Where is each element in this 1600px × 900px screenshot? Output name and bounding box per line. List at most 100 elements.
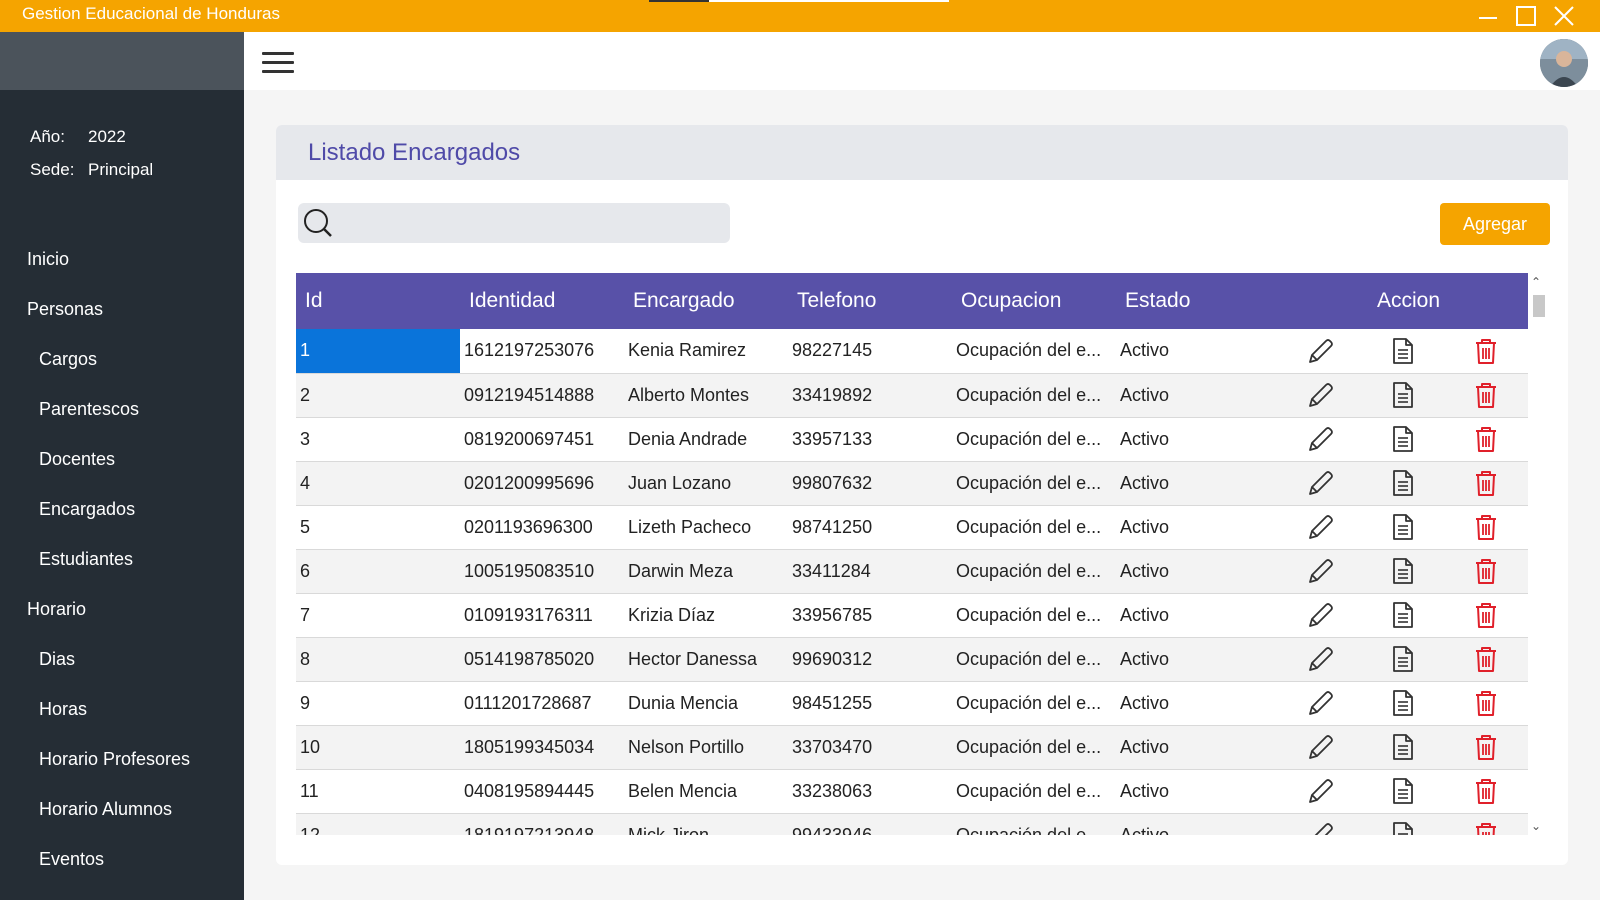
- cell-identidad[interactable]: 0109193176311: [460, 593, 624, 637]
- delete-button[interactable]: [1444, 681, 1528, 725]
- sidebar-item-horario-profesores[interactable]: Horario Profesores: [0, 734, 244, 784]
- delete-button[interactable]: [1444, 461, 1528, 505]
- delete-button[interactable]: [1444, 593, 1528, 637]
- trash-icon[interactable]: [1472, 468, 1500, 498]
- detail-button[interactable]: [1362, 637, 1444, 681]
- pencil-icon[interactable]: [1306, 600, 1336, 630]
- table-row[interactable]: 1 1612197253076 Kenia Ramirez 98227145 Ocupa…: [296, 329, 1529, 373]
- document-icon[interactable]: [1389, 556, 1417, 586]
- pencil-icon[interactable]: [1306, 336, 1336, 366]
- cell-encargado[interactable]: Nelson Portillo: [624, 725, 788, 769]
- trash-icon[interactable]: [1472, 512, 1500, 542]
- cell-ocupacion[interactable]: Ocupación del e...: [952, 417, 1116, 461]
- table-scrollbar[interactable]: ⌃ ⌄: [1528, 273, 1548, 835]
- delete-button[interactable]: [1444, 813, 1528, 835]
- edit-button[interactable]: [1280, 813, 1362, 835]
- cell-ocupacion[interactable]: Ocupación del e...: [952, 549, 1116, 593]
- cell-identidad[interactable]: 0201193696300: [460, 505, 624, 549]
- cell-id[interactable]: 11: [296, 769, 460, 813]
- detail-button[interactable]: [1362, 461, 1444, 505]
- edit-button[interactable]: [1280, 549, 1362, 593]
- sidebar-item-horario[interactable]: Horario: [0, 584, 244, 634]
- column-header-id[interactable]: Id: [296, 273, 460, 329]
- cell-ocupacion[interactable]: Ocupación del e...: [952, 593, 1116, 637]
- cell-estado[interactable]: Activo: [1116, 549, 1280, 593]
- delete-button[interactable]: [1444, 769, 1528, 813]
- document-icon[interactable]: [1389, 424, 1417, 454]
- cell-encargado[interactable]: Belen Mencia: [624, 769, 788, 813]
- cell-estado[interactable]: Activo: [1116, 681, 1280, 725]
- table-row[interactable]: 6 1005195083510 Darwin Meza 33411284 Ocupaci…: [296, 549, 1529, 593]
- cell-id[interactable]: 8: [296, 637, 460, 681]
- cell-telefono[interactable]: 33956785: [788, 593, 952, 637]
- cell-id[interactable]: 10: [296, 725, 460, 769]
- pencil-icon[interactable]: [1306, 688, 1336, 718]
- cell-ocupacion[interactable]: Ocupación del e...: [952, 725, 1116, 769]
- cell-telefono[interactable]: 99690312: [788, 637, 952, 681]
- trash-icon[interactable]: [1472, 644, 1500, 674]
- sidebar-item-encargados[interactable]: Encargados: [0, 484, 244, 534]
- detail-button[interactable]: [1362, 417, 1444, 461]
- column-header-ocupacion[interactable]: Ocupacion: [952, 273, 1116, 329]
- cell-telefono[interactable]: 33957133: [788, 417, 952, 461]
- table-row[interactable]: 10 1805199345034 Nelson Portillo 33703470 Oc…: [296, 725, 1529, 769]
- column-header-encargado[interactable]: Encargado: [624, 273, 788, 329]
- cell-ocupacion[interactable]: Ocupación del e...: [952, 769, 1116, 813]
- sidebar-item-eventos[interactable]: Eventos: [0, 834, 244, 884]
- cell-id[interactable]: 5: [296, 505, 460, 549]
- cell-identidad[interactable]: 1005195083510: [460, 549, 624, 593]
- trash-icon[interactable]: [1472, 380, 1500, 410]
- document-icon[interactable]: [1389, 688, 1417, 718]
- detail-button[interactable]: [1362, 725, 1444, 769]
- search-icon[interactable]: [302, 207, 334, 239]
- scroll-up-icon[interactable]: ⌃: [1531, 275, 1541, 289]
- cell-ocupacion[interactable]: Ocupación del e...: [952, 461, 1116, 505]
- document-icon[interactable]: [1389, 600, 1417, 630]
- edit-button[interactable]: [1280, 417, 1362, 461]
- sidebar-item-parentescos[interactable]: Parentescos: [0, 384, 244, 434]
- cell-ocupacion[interactable]: Ocupación del e...: [952, 373, 1116, 417]
- sidebar-item-inicio[interactable]: Inicio: [0, 234, 244, 284]
- cell-encargado[interactable]: Dunia Mencia: [624, 681, 788, 725]
- cell-estado[interactable]: Activo: [1116, 417, 1280, 461]
- cell-estado[interactable]: Activo: [1116, 329, 1280, 373]
- table-row[interactable]: 9 0111201728687 Dunia Mencia 98451255 Ocupac…: [296, 681, 1529, 725]
- document-icon[interactable]: [1389, 468, 1417, 498]
- detail-button[interactable]: [1362, 505, 1444, 549]
- cell-identidad[interactable]: 0408195894445: [460, 769, 624, 813]
- cell-encargado[interactable]: Lizeth Pacheco: [624, 505, 788, 549]
- sidebar-item-dias[interactable]: Dias: [0, 634, 244, 684]
- cell-telefono[interactable]: 99433946: [788, 813, 952, 836]
- cell-estado[interactable]: Activo: [1116, 725, 1280, 769]
- cell-estado[interactable]: Activo: [1116, 461, 1280, 505]
- table-row[interactable]: 7 0109193176311 Krizia Díaz 33956785 Ocupaci…: [296, 593, 1529, 637]
- table-row[interactable]: 2 0912194514888 Alberto Montes 33419892 Ocup…: [296, 373, 1529, 417]
- edit-button[interactable]: [1280, 329, 1362, 373]
- document-icon[interactable]: [1389, 776, 1417, 806]
- cell-telefono[interactable]: 33419892: [788, 373, 952, 417]
- cell-telefono[interactable]: 98451255: [788, 681, 952, 725]
- pencil-icon[interactable]: [1306, 468, 1336, 498]
- trash-icon[interactable]: [1472, 600, 1500, 630]
- cell-estado[interactable]: Activo: [1116, 505, 1280, 549]
- cell-ocupacion[interactable]: Ocupación del e...: [952, 681, 1116, 725]
- detail-button[interactable]: [1362, 769, 1444, 813]
- cell-telefono[interactable]: 33238063: [788, 769, 952, 813]
- cell-id[interactable]: 4: [296, 461, 460, 505]
- edit-button[interactable]: [1280, 505, 1362, 549]
- edit-button[interactable]: [1280, 593, 1362, 637]
- document-icon[interactable]: [1389, 336, 1417, 366]
- edit-button[interactable]: [1280, 637, 1362, 681]
- cell-identidad[interactable]: 1819197213948: [460, 813, 624, 836]
- table-row[interactable]: 11 0408195894445 Belen Mencia 33238063 Ocupa…: [296, 769, 1529, 813]
- trash-icon[interactable]: [1472, 776, 1500, 806]
- cell-estado[interactable]: Activo: [1116, 593, 1280, 637]
- close-button[interactable]: [1546, 0, 1582, 32]
- cell-telefono[interactable]: 98227145: [788, 329, 952, 373]
- column-header-estado[interactable]: Estado: [1116, 273, 1280, 329]
- pencil-icon[interactable]: [1306, 512, 1336, 542]
- detail-button[interactable]: [1362, 329, 1444, 373]
- cell-estado[interactable]: Activo: [1116, 373, 1280, 417]
- cell-identidad[interactable]: 1805199345034: [460, 725, 624, 769]
- delete-button[interactable]: [1444, 549, 1528, 593]
